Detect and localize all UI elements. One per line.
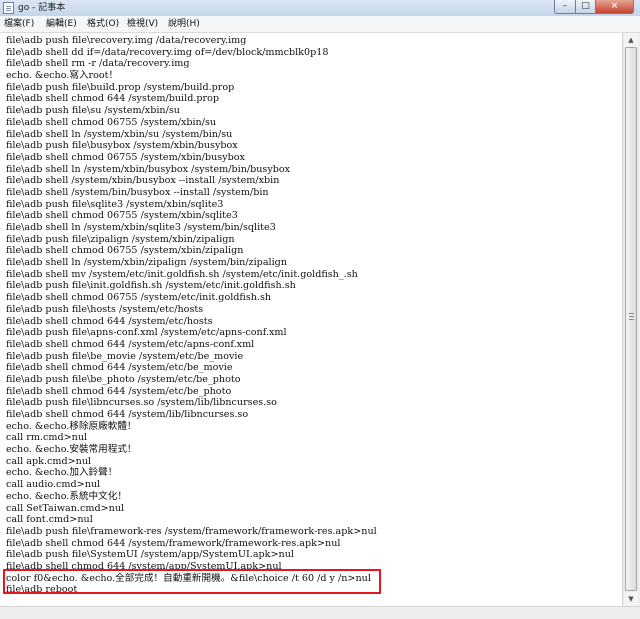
text-line: call font.cmd>nul [6,514,93,526]
menu-edit[interactable]: 編輯(E) [46,18,77,30]
text-line: file\adb push file\su /system/xbin/su [6,105,180,117]
scroll-up-arrow-icon[interactable]: ▲ [624,33,638,47]
text-line: file\adb push file\be_photo /system/etc/… [6,373,241,385]
text-line: call rm.cmd>nul [6,432,88,444]
scrollbar-thumb[interactable] [625,47,637,591]
text-line: file\adb shell chmod 06755 /system/xbin/… [6,116,217,128]
menu-format[interactable]: 格式(O) [87,18,119,30]
text-line: file\adb shell chmod 644 /system/etc/hos… [6,315,213,327]
scroll-down-arrow-icon[interactable]: ▼ [624,592,638,606]
text-line: file\adb push file\apns-conf.xml /system… [6,327,287,339]
text-line: file\adb push file\recovery.img /data/re… [6,35,247,46]
text-line: file\adb shell chmod 644 /system/framewo… [6,537,341,549]
text-line: file\adb push file\hosts /system/etc/hos… [6,303,204,315]
text-line: file\adb shell chmod 644 /system/etc/be_… [6,385,232,397]
text-lines: file\adb push file\recovery.img /data/re… [6,35,377,596]
text-line: file\adb shell /system/xbin/busybox --in… [6,175,280,187]
close-button[interactable]: × [596,0,634,14]
text-line: file\adb shell chmod 06755 /system/etc/i… [6,292,272,304]
text-line: file\adb push file\init.goldfish.sh /sys… [6,280,296,292]
title-bar[interactable]: go - 記事本 – □ × [0,0,640,17]
text-line: file\adb shell chmod 644 /system/etc/be_… [6,362,233,374]
notepad-window: go - 記事本 – □ × 檔案(F) 編輯(E) 格式(O) 檢視(V) 說… [0,0,640,619]
text-line: file\adb shell /system/bin/busybox --ins… [6,186,269,198]
text-line: file\adb shell ln /system/xbin/sqlite3 /… [6,222,276,233]
text-line: file\adb shell chmod 644 /system/etc/apn… [6,338,255,350]
text-line: file\adb shell chmod 06755 /system/xbin/… [6,210,238,222]
text-line: file\adb shell chmod 06755 /system/xbin/… [6,245,244,257]
text-line: echo. &echo.移除原廠軟體！ [6,420,137,432]
text-line: file\adb push file\zipalign /system/xbin… [6,233,235,245]
text-line: echo. &echo.安裝常用程式！ [6,444,137,456]
window-controls: – □ × [554,0,634,14]
text-line: file\adb shell chmod 06755 /system/xbin/… [6,151,245,163]
text-line: file\adb push file\libncurses.so /system… [6,397,277,409]
bottom-border [0,606,640,619]
text-line: file\adb push file\be_movie /system/etc/… [6,350,244,362]
text-editor[interactable]: file\adb push file\recovery.img /data/re… [0,33,622,606]
text-line: file\adb shell ln /system/xbin/zipalign … [6,257,287,269]
text-line: file\adb shell mv /system/etc/init.goldf… [6,268,358,280]
text-line: file\adb shell dd if=/data/recovery.img … [6,46,329,58]
text-line: file\adb push file\framework-res /system… [6,525,377,537]
text-line: call apk.cmd>nul [6,455,92,467]
menu-bar: 檔案(F) 編輯(E) 格式(O) 檢視(V) 說明(H) [0,16,640,33]
text-line: call SetTaiwan.cmd>nul [6,502,125,514]
text-line: echo. &echo.加入鈴聲！ [6,467,118,479]
text-line: echo. &echo.寫入root！ [6,70,119,82]
text-line: file\adb push file\sqlite3 /system/xbin/… [6,198,224,210]
text-line: echo. &echo.系統中文化！ [6,490,127,502]
text-line: file\adb push file\SystemUI /system/app/… [6,549,294,561]
text-line: file\adb shell ln /system/xbin/busybox /… [6,163,291,175]
notepad-app-icon [3,2,14,14]
text-line: file\adb shell chmod 644 /system/lib/lib… [6,409,249,420]
vertical-scrollbar[interactable]: ▲ ▼ [622,33,639,606]
text-line: call audio.cmd>nul [6,479,101,491]
menu-file[interactable]: 檔案(F) [4,18,34,30]
thumb-grip-icon [629,313,634,321]
minimize-button[interactable]: – [554,0,576,14]
text-line: file\adb push file\build.prop /system/bu… [6,81,235,93]
text-line: file\adb shell ln /system/xbin/su /syste… [6,128,233,140]
maximize-button[interactable]: □ [576,0,596,14]
menu-view[interactable]: 檢視(V) [127,18,158,30]
menu-help[interactable]: 說明(H) [168,18,200,30]
text-line: file\adb shell rm -r /data/recovery.img [6,58,190,70]
red-highlight-box [3,569,381,594]
window-title: go - 記事本 [18,3,66,13]
text-line: file\adb push file\busybox /system/xbin/… [6,140,238,152]
text-line: file\adb shell chmod 644 /system/build.p… [6,93,220,105]
